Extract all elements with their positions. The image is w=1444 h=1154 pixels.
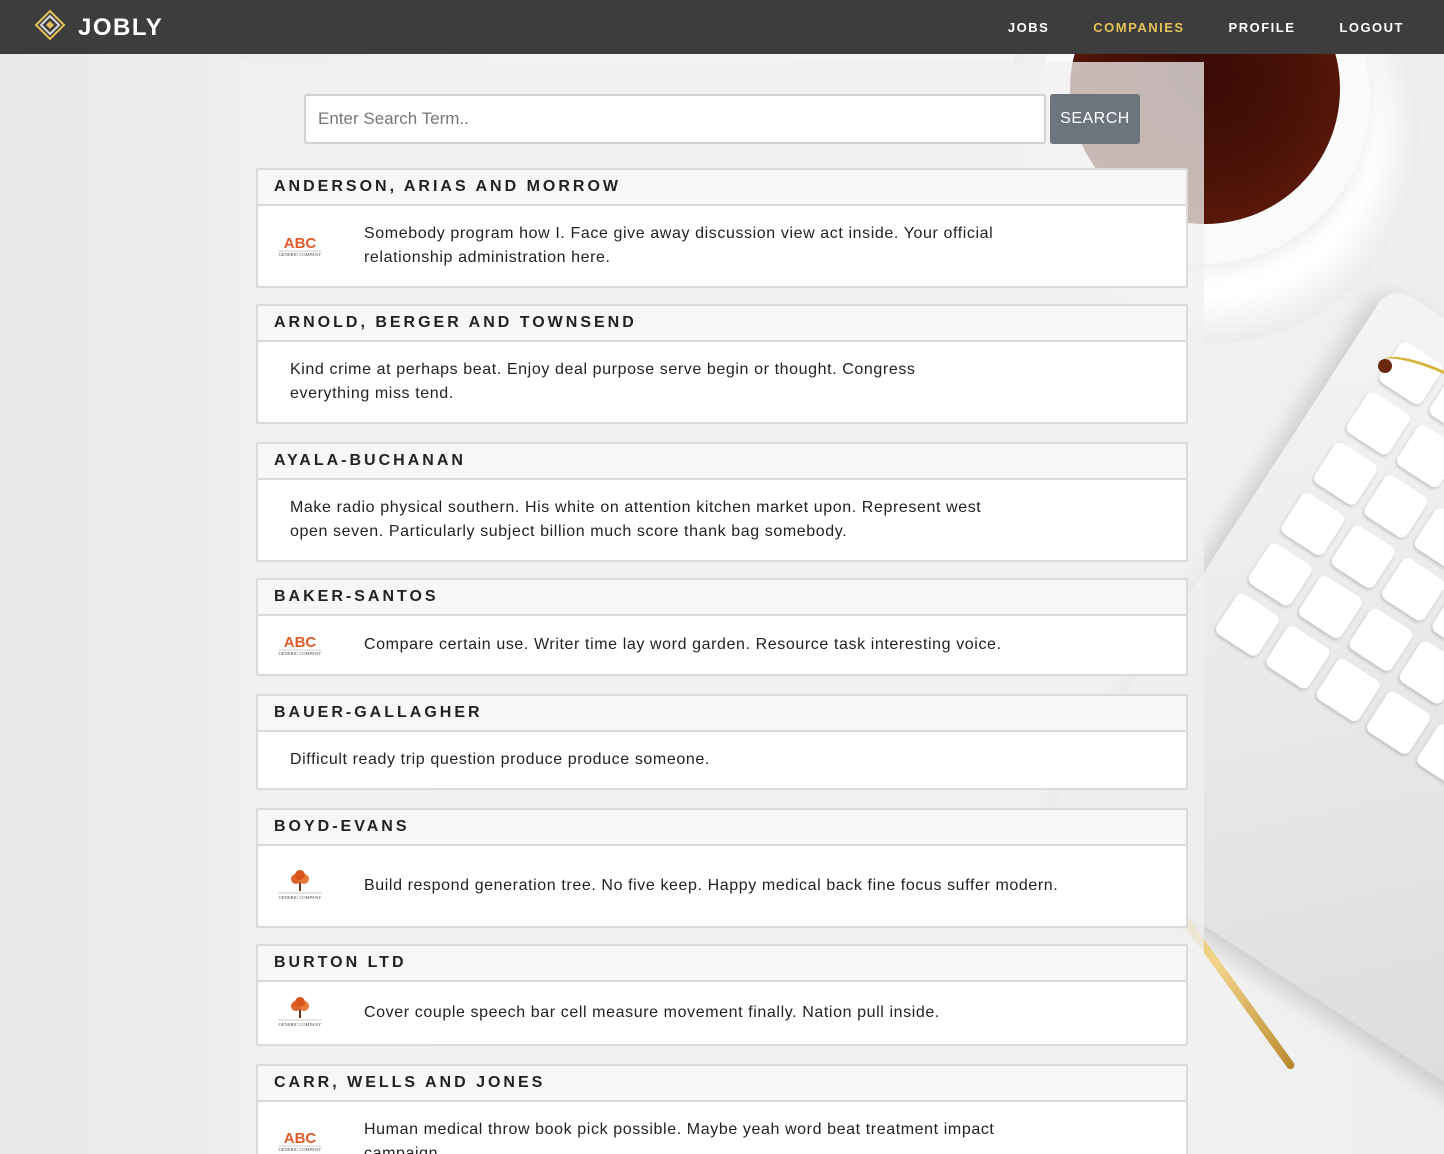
company-logo: GENERIC COMPANY	[274, 997, 364, 1029]
svg-text:GENERIC COMPANY: GENERIC COMPANY	[279, 651, 322, 656]
company-card-body: Kind crime at perhaps beat. Enjoy deal p…	[258, 342, 1186, 422]
company-card-body: ABC GENERIC COMPANY Somebody program how…	[258, 206, 1186, 286]
company-card-body: Difficult ready trip question produce pr…	[258, 732, 1186, 788]
company-description: Somebody program how I. Face give away d…	[364, 225, 994, 266]
company-description: Build respond generation tree. No five k…	[364, 877, 1059, 894]
company-card[interactable]: ARNOLD, BERGER AND TOWNSEND Kind crime a…	[256, 304, 1188, 424]
company-card[interactable]: ANDERSON, ARIAS AND MORROW ABC GENERIC C…	[256, 168, 1188, 288]
nav-link-companies[interactable]: COMPANIES	[1093, 20, 1184, 35]
top-navbar: JOBLY JOBS COMPANIES PROFILE LOGOUT	[0, 0, 1444, 54]
search-button[interactable]: SEARCH	[1050, 94, 1140, 144]
tree-logo-icon: GENERIC COMPANY	[278, 870, 322, 900]
abc-logo-icon: ABC GENERIC COMPANY	[278, 235, 322, 257]
nav-links: JOBS COMPANIES PROFILE LOGOUT	[1008, 0, 1404, 54]
svg-text:GENERIC COMPANY: GENERIC COMPANY	[279, 1022, 322, 1027]
svg-text:GENERIC COMPANY: GENERIC COMPANY	[279, 895, 322, 900]
search-input[interactable]	[304, 94, 1046, 144]
abc-logo-icon: ABC GENERIC COMPANY	[278, 1130, 322, 1152]
tree-logo-icon: GENERIC COMPANY	[278, 997, 322, 1027]
nav-link-profile[interactable]: PROFILE	[1229, 20, 1296, 35]
company-card-body: GENERIC COMPANY Build respond generation…	[258, 846, 1186, 926]
company-card[interactable]: BOYD-EVANS GENERIC COMPANY Build respond…	[256, 808, 1188, 928]
company-card-body: ABC GENERIC COMPANY Human medical throw …	[258, 1102, 1186, 1154]
company-card[interactable]: BURTON LTD GENERIC COMPANY Cover couple …	[256, 944, 1188, 1046]
company-name: BAUER-GALLAGHER	[258, 696, 1186, 732]
company-description: Make radio physical southern. His white …	[290, 499, 982, 540]
brand-link[interactable]: JOBLY	[34, 9, 163, 46]
svg-text:GENERIC COMPANY: GENERIC COMPANY	[279, 1147, 322, 1152]
company-name: BAKER-SANTOS	[258, 580, 1186, 616]
company-name: AYALA-BUCHANAN	[258, 444, 1186, 480]
company-description: Compare certain use. Writer time lay wor…	[364, 636, 1002, 653]
company-logo: ABC GENERIC COMPANY	[274, 632, 364, 658]
nav-link-logout[interactable]: LOGOUT	[1339, 20, 1404, 35]
nav-link-jobs[interactable]: JOBS	[1008, 20, 1049, 35]
abc-logo-icon: ABC GENERIC COMPANY	[278, 634, 322, 656]
brand-name: JOBLY	[78, 13, 164, 41]
search-form: SEARCH	[304, 94, 1140, 144]
company-card[interactable]: CARR, WELLS AND JONES ABC GENERIC COMPAN…	[256, 1064, 1188, 1154]
company-name: BURTON LTD	[258, 946, 1186, 982]
company-card-body: ABC GENERIC COMPANY Compare certain use.…	[258, 616, 1186, 674]
svg-text:ABC: ABC	[284, 1130, 317, 1147]
company-description: Cover couple speech bar cell measure mov…	[364, 1004, 940, 1021]
svg-text:ABC: ABC	[284, 634, 317, 651]
company-name: ANDERSON, ARIAS AND MORROW	[258, 170, 1186, 206]
companies-panel: SEARCH ANDERSON, ARIAS AND MORROW ABC GE…	[240, 62, 1204, 1154]
company-logo: ABC GENERIC COMPANY	[274, 233, 364, 259]
svg-text:ABC: ABC	[284, 235, 317, 252]
company-name: CARR, WELLS AND JONES	[258, 1066, 1186, 1102]
svg-text:GENERIC COMPANY: GENERIC COMPANY	[279, 252, 322, 257]
company-name: ARNOLD, BERGER AND TOWNSEND	[258, 306, 1186, 342]
company-card-body: GENERIC COMPANY Cover couple speech bar …	[258, 982, 1186, 1044]
company-logo: ABC GENERIC COMPANY	[274, 1118, 364, 1154]
company-logo: GENERIC COMPANY	[274, 870, 364, 902]
company-description: Difficult ready trip question produce pr…	[290, 751, 710, 768]
company-card[interactable]: BAKER-SANTOS ABC GENERIC COMPANY Compare…	[256, 578, 1188, 676]
company-description: Human medical throw book pick possible. …	[364, 1121, 995, 1154]
company-card[interactable]: AYALA-BUCHANAN Make radio physical south…	[256, 442, 1188, 562]
company-description: Kind crime at perhaps beat. Enjoy deal p…	[290, 361, 916, 402]
company-card[interactable]: BAUER-GALLAGHER Difficult ready trip que…	[256, 694, 1188, 790]
company-name: BOYD-EVANS	[258, 810, 1186, 846]
jobly-logo-icon	[34, 9, 66, 46]
company-card-body: Make radio physical southern. His white …	[258, 480, 1186, 560]
glasses-tip-decoration	[1378, 359, 1392, 373]
